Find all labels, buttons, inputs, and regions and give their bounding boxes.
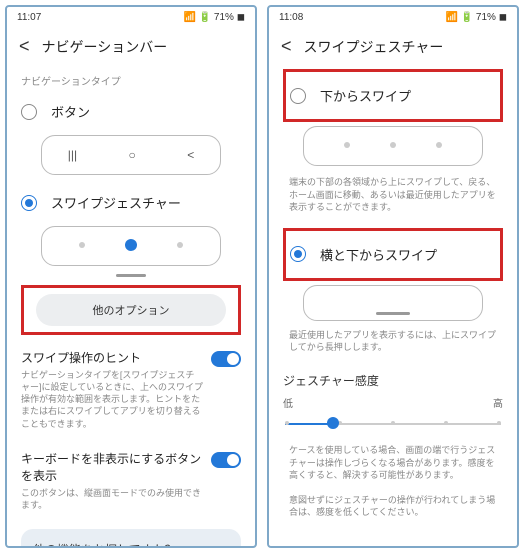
phone-left: 11:07 📶 🔋 71% ◼ < ナビゲーションバー ナビゲーションタイプ ボ… — [5, 5, 257, 548]
setting-title: キーボードを非表示にするボタンを表示 — [21, 450, 203, 484]
section-label: ナビゲーションタイプ — [21, 73, 241, 88]
desc-swipe-side: 最近使用したアプリを表示するには、上にスワイプしてから長押しします。 — [283, 327, 503, 364]
setting-desc: このボタンは、縦画面モードでのみ使用できます。 — [21, 487, 203, 511]
radio-icon-selected — [21, 195, 37, 211]
sensitivity-labels: 低 高 — [283, 395, 503, 410]
highlight-swipe-side: 横と下からスワイプ — [283, 228, 503, 281]
status-icons: 📶 🔋 71% ◼ — [445, 12, 507, 23]
dot-icon — [436, 142, 442, 148]
sens-low-label: 低 — [283, 395, 293, 410]
handle-icon — [116, 274, 146, 277]
sens-desc2: 意図せずにジェスチャーの操作が行われてしまう場合は、感度を低くしてください。 — [283, 492, 503, 529]
statusbar: 11:07 📶 🔋 71% ◼ — [7, 7, 255, 28]
nav-recent-icon: ||| — [68, 148, 77, 162]
nav-preview-buttons: ||| ○ < — [41, 135, 221, 175]
sensitivity-slider[interactable] — [285, 414, 501, 432]
nav-back-icon: < — [187, 148, 194, 162]
back-icon[interactable]: < — [281, 36, 292, 57]
dot-icon — [344, 142, 350, 148]
highlight-swipe-bottom: 下からスワイプ — [283, 69, 503, 122]
radio-label: ボタン — [51, 102, 90, 121]
statusbar: 11:08 📶 🔋 71% ◼ — [269, 7, 517, 28]
radio-label: 横と下からスワイプ — [320, 245, 437, 264]
phone-right: 11:08 📶 🔋 71% ◼ < スワイプジェスチャー 下からスワイプ 端末の… — [267, 5, 519, 548]
header: < スワイプジェスチャー — [269, 28, 517, 65]
toggle-on[interactable] — [211, 452, 241, 468]
setting-swipe-hint[interactable]: スワイプ操作のヒント ナビゲーションタイプを[スワイプジェスチャー]に設定してい… — [21, 339, 241, 440]
back-icon[interactable]: < — [19, 36, 30, 57]
option-swipe-bottom[interactable]: 下からスワイプ — [290, 76, 496, 115]
setting-title: スワイプ操作のヒント — [21, 349, 203, 366]
highlight-more-options: 他のオプション — [21, 285, 241, 335]
content: ナビゲーションタイプ ボタン ||| ○ < スワイプジェスチャー 他のオプショ… — [7, 65, 255, 546]
time: 11:08 — [279, 12, 303, 23]
radio-label: 下からスワイプ — [320, 86, 411, 105]
radio-label: スワイプジェスチャー — [51, 193, 181, 212]
gesture-bar-icon — [376, 312, 410, 315]
footer-card: 他の機能をお探しですか？ システムサウンド/バイブ設定 — [21, 529, 241, 546]
setting-desc: ナビゲーションタイプを[スワイプジェスチャー]に設定しているときに、上へのスワイ… — [21, 369, 203, 430]
page-title: スワイプジェスチャー — [304, 37, 444, 57]
preview-swipe-bottom — [303, 126, 483, 166]
setting-keyboard-button[interactable]: キーボードを非表示にするボタンを表示 このボタンは、縦画面モードでのみ使用できま… — [21, 440, 241, 521]
sens-desc1: ケースを使用している場合、画面の端で行うジェスチャーは操作しづらくなる場合があり… — [283, 442, 503, 492]
header: < ナビゲーションバー — [7, 28, 255, 65]
radio-icon — [290, 88, 306, 104]
radio-icon-selected — [290, 246, 306, 262]
toggle-on[interactable] — [211, 351, 241, 367]
desc-swipe-bottom: 端末の下部の各領域から上にスワイプして、戻る、ホーム画面に移動、あるいは最近使用… — [283, 174, 503, 224]
content: 下からスワイプ 端末の下部の各領域から上にスワイプして、戻る、ホーム画面に移動、… — [269, 65, 517, 546]
dot-icon — [177, 242, 183, 248]
nav-home-icon: ○ — [129, 148, 136, 162]
option-buttons[interactable]: ボタン — [21, 92, 241, 131]
slider-thumb-icon[interactable] — [327, 417, 339, 429]
nav-preview-swipe — [41, 226, 221, 266]
option-swipe-side[interactable]: 横と下からスワイプ — [290, 235, 496, 274]
dot-icon — [390, 142, 396, 148]
time: 11:07 — [17, 12, 41, 23]
more-options-button[interactable]: 他のオプション — [36, 294, 226, 326]
sensitivity-title: ジェスチャー感度 — [283, 372, 503, 389]
dot-icon — [79, 242, 85, 248]
footer-question: 他の機能をお探しですか？ — [33, 541, 229, 546]
preview-swipe-side — [303, 285, 483, 321]
page-title: ナビゲーションバー — [42, 37, 168, 57]
radio-icon — [21, 104, 37, 120]
dot-selected-icon — [125, 239, 137, 251]
sens-high-label: 高 — [493, 395, 503, 410]
option-swipe[interactable]: スワイプジェスチャー — [21, 183, 241, 222]
status-icons: 📶 🔋 71% ◼ — [183, 12, 245, 23]
slider-ticks — [285, 421, 501, 425]
